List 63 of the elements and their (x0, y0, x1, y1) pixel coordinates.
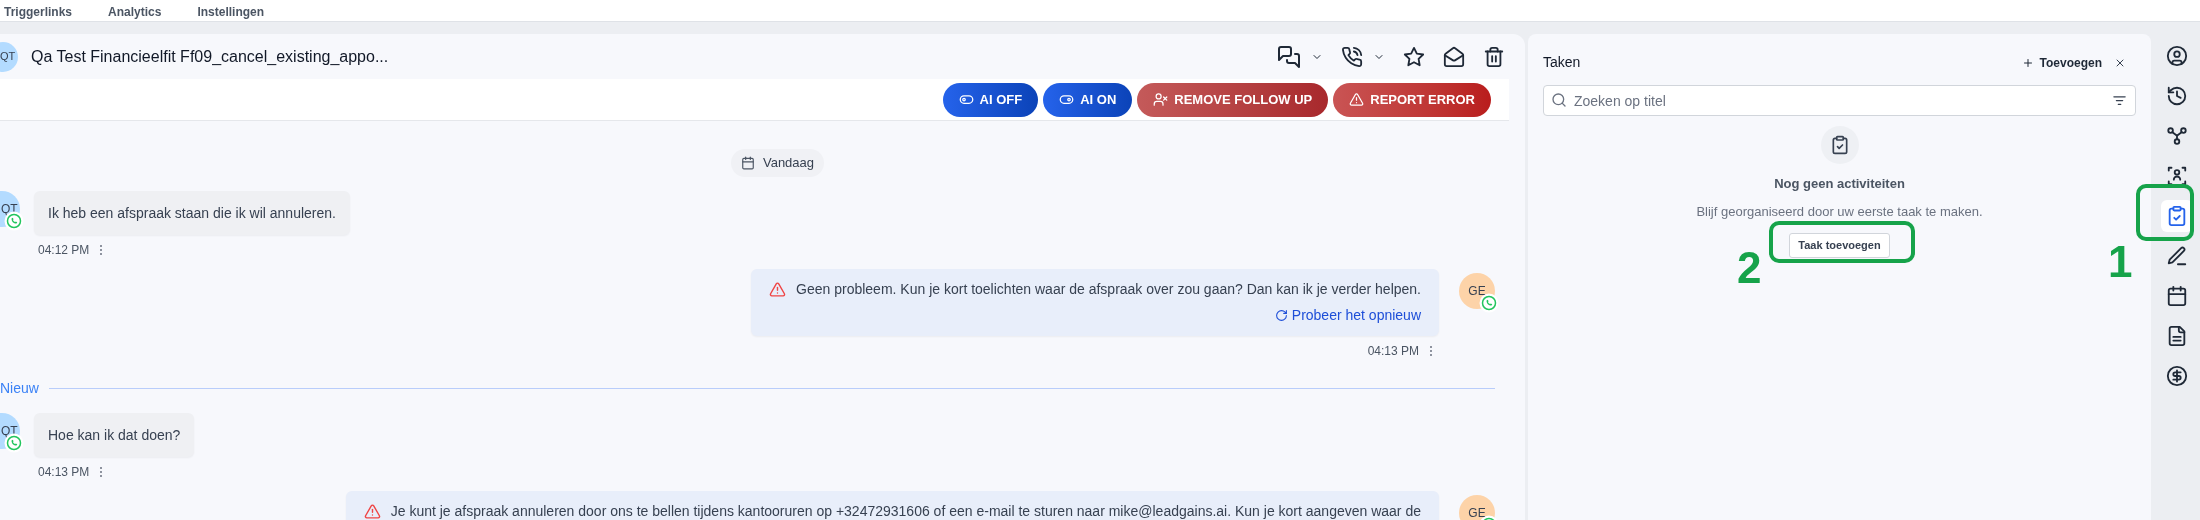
mail-icon (1443, 45, 1465, 68)
warning-icon (1349, 92, 1365, 107)
star-button[interactable] (1403, 45, 1425, 68)
delete-button[interactable] (1483, 45, 1505, 68)
conversation-title: Qa Test Financieelfit Ff09_cancel_existing_appo... (31, 46, 389, 67)
search-field[interactable]: Zoeken op titel (1543, 85, 2136, 116)
call-button[interactable] (1341, 45, 1385, 68)
retry-link[interactable]: Probeer het opnieuw (1274, 304, 1421, 326)
calendar-icon (2166, 285, 2188, 307)
new-messages-label: Nieuw (0, 378, 39, 398)
nav-link[interactable]: Analytics (108, 5, 162, 19)
action-button[interactable]: REMOVE FOLLOW UP (1137, 82, 1329, 117)
warning-icon (363, 502, 381, 520)
avatar: GE (1459, 494, 1495, 520)
nav-link[interactable]: Instellingen (197, 5, 265, 19)
message-text: Geen probleem. Kun je kort toelichten waar de afspraak over zou gaan? Dan kan ik je verder helpen. (796, 279, 1421, 299)
empty-description: Blijf georganiseerd door uw eerste taak te maken. (1696, 202, 1983, 221)
phone-icon (1341, 45, 1363, 68)
mail-button[interactable] (1443, 45, 1465, 68)
pen-icon (2166, 245, 2188, 267)
action-button[interactable]: REPORT ERROR (1333, 82, 1491, 117)
dollar-icon (2166, 365, 2188, 387)
search-icon (1551, 92, 1567, 108)
message-text: Hoe kan ik dat doen? (48, 425, 181, 445)
nav-link[interactable]: Triggerlinks (4, 5, 73, 19)
refresh-icon (1274, 308, 1288, 322)
group-icon (2166, 165, 2188, 187)
chat-channel-button[interactable] (1277, 44, 1323, 69)
clipboard-check-icon (2166, 205, 2188, 227)
panel-title: Taken (1543, 53, 1581, 72)
action-button[interactable]: AI OFF (942, 82, 1039, 117)
toggle-icon (958, 92, 974, 107)
add-task-link[interactable]: Toevoegen (2021, 53, 2102, 72)
more-icon[interactable] (1429, 344, 1433, 357)
annotation-number: 1 (2108, 240, 2133, 284)
highlight-outline (2136, 184, 2194, 241)
empty-title: Nog geen activiteiten (1774, 175, 1905, 193)
more-icon[interactable] (99, 243, 104, 256)
date-chip: Vandaag (730, 149, 825, 177)
annotation-number: 2 (1737, 246, 1762, 290)
chat-icon (1277, 44, 1301, 69)
avatar: QT (0, 41, 18, 72)
add-task-button[interactable]: Taak toevoegen (1789, 233, 1890, 258)
action-button[interactable]: AI ON (1043, 82, 1133, 117)
history-icon (2166, 85, 2188, 107)
message-text: Ik heb een afspraak staan die ik wil annuleren. (48, 203, 336, 223)
message-time: 04:13 PM (1367, 342, 1419, 360)
document-icon (2166, 325, 2188, 347)
avatar: GE (1459, 272, 1495, 309)
calendar-icon (740, 155, 755, 170)
user-remove-icon (1153, 92, 1169, 107)
trash-icon (1483, 45, 1505, 68)
filter-icon (2112, 93, 2127, 108)
star-icon (1403, 45, 1425, 68)
warning-icon (769, 280, 787, 298)
message-time: 04:12 PM (38, 241, 90, 259)
message-text: Je kunt je afspraak annuleren door ons te bellen tijdens kantooruren op +32472931606 of een e-mail te sturen naar mike@leadgains.ai. Kun je kort aangeven waar de (390, 501, 1421, 520)
toggle-icon (1059, 92, 1075, 107)
more-icon[interactable] (99, 465, 104, 478)
plus-icon (2021, 56, 2034, 69)
message-time: 04:13 PM (38, 463, 90, 481)
workflow-icon (2166, 125, 2188, 147)
contact-icon (2166, 45, 2188, 67)
